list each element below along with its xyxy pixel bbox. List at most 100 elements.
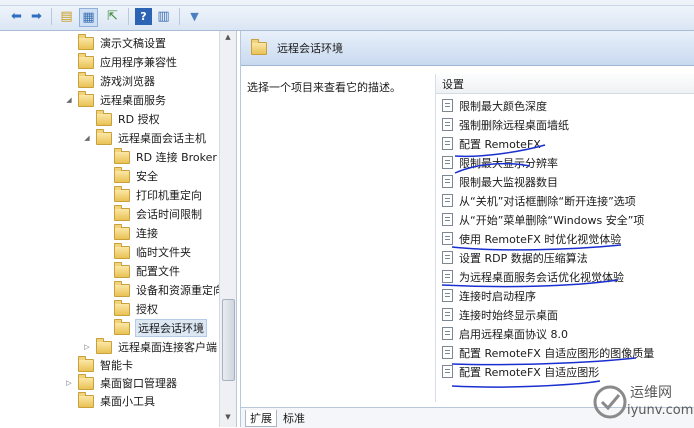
expander[interactable] xyxy=(100,167,110,185)
expander[interactable] xyxy=(100,224,110,242)
export-list-icon[interactable]: ⇱ xyxy=(104,8,121,25)
expander[interactable] xyxy=(100,262,110,280)
setting-item[interactable]: 从“关机”对话框删除“断开连接”选项 xyxy=(442,191,636,210)
tree-item-smart-card[interactable]: 智能卡 xyxy=(64,355,133,374)
expander[interactable] xyxy=(100,186,110,204)
tab-extended[interactable]: 扩展 xyxy=(245,410,277,427)
scroll-thumb[interactable] xyxy=(222,299,235,381)
policy-setting-icon xyxy=(442,194,453,207)
properties-icon[interactable]: ▥ xyxy=(155,8,172,25)
expander[interactable]: ▷ xyxy=(82,338,92,356)
setting-item[interactable]: 连接时始终显示桌面 xyxy=(442,305,558,324)
back-arrow-icon[interactable]: ⬅ xyxy=(8,8,25,25)
settings-column-header[interactable]: 设置 xyxy=(436,74,694,94)
expander[interactable] xyxy=(64,356,74,374)
setting-label: 设置 RDP 数据的压缩算法 xyxy=(459,251,588,265)
tree-item-remote-session-environment[interactable]: 远程会话环境 xyxy=(100,318,207,337)
expander[interactable] xyxy=(64,34,74,52)
expander[interactable] xyxy=(100,300,110,318)
setting-item[interactable]: 配置 RemoteFX 自适应图形 xyxy=(442,362,599,381)
setting-item[interactable]: 配置 RemoteFX xyxy=(442,134,541,153)
folder-icon xyxy=(114,166,130,183)
tree-item-device-redirection[interactable]: 设备和资源重定向 xyxy=(100,280,224,299)
watermark-logo-icon xyxy=(593,385,627,419)
tree-item-session-time-limits[interactable]: 会话时间限制 xyxy=(100,204,202,223)
tree-item-printer-redirection[interactable]: 打印机重定向 xyxy=(100,185,202,204)
tree-item-rd-session-host[interactable]: ◢ 远程桌面会话主机 xyxy=(82,128,206,147)
tree-item-label: 桌面窗口管理器 xyxy=(100,377,177,390)
tree-item-remote-desktop-services[interactable]: ◢ 远程桌面服务 xyxy=(64,90,166,109)
tree-item-label: 远程桌面连接客户端 xyxy=(118,341,217,354)
tree-item-desktop-gadgets[interactable]: 桌面小工具 xyxy=(64,391,155,410)
tree-item-label: 设备和资源重定向 xyxy=(136,284,224,297)
setting-label: 配置 RemoteFX 自适应图形 xyxy=(459,365,600,379)
setting-item[interactable]: 为远程桌面服务会话优化视觉体验 xyxy=(442,267,624,286)
tab-label: 标准 xyxy=(283,412,305,425)
expander[interactable]: ◢ xyxy=(82,129,92,147)
tree-item-label: 远程会话环境 xyxy=(135,319,207,337)
toolbar-separator xyxy=(51,8,52,25)
show-hide-tree-icon[interactable]: ▦ xyxy=(79,8,98,27)
tree-item-label: 远程桌面会话主机 xyxy=(118,132,206,145)
setting-label: 连接时始终显示桌面 xyxy=(459,308,558,322)
tab-label: 扩展 xyxy=(250,412,272,425)
tree-item-label: 会话时间限制 xyxy=(136,208,202,221)
expander[interactable] xyxy=(100,319,110,337)
policy-setting-icon xyxy=(442,308,453,321)
tree-item-rd-connection-broker[interactable]: RD 连接 Broker xyxy=(100,147,217,166)
setting-item[interactable]: 从“开始”菜单删除“Windows 安全”项 xyxy=(442,210,644,229)
tree-item-label: 应用程序兼容性 xyxy=(100,56,177,69)
details-pane: 远程会话环境 选择一个项目来查看它的描述。 设置 限制最大颜色深度 强制删除远程… xyxy=(240,31,694,428)
setting-item[interactable]: 限制最大颜色深度 xyxy=(442,96,547,115)
scroll-up-icon[interactable]: ▲ xyxy=(223,33,233,43)
folder-icon xyxy=(251,38,267,55)
tab-standard[interactable]: 标准 xyxy=(279,410,309,426)
expander[interactable] xyxy=(100,243,110,261)
folder-icon xyxy=(114,299,130,316)
tree-item-presentation-settings[interactable]: 演示文稿设置 xyxy=(64,33,166,52)
scroll-down-icon[interactable]: ▼ xyxy=(223,413,233,423)
tree-item-game-explorer[interactable]: 游戏浏览器 xyxy=(64,71,155,90)
policy-setting-icon xyxy=(442,156,453,169)
expander[interactable] xyxy=(64,392,74,410)
tree-item-profiles[interactable]: 配置文件 xyxy=(100,261,180,280)
help-icon[interactable]: ? xyxy=(135,8,152,25)
setting-item[interactable]: 限制最大监视器数目 xyxy=(442,172,558,191)
tree-item-app-compatibility[interactable]: 应用程序兼容性 xyxy=(64,52,177,71)
setting-item[interactable]: 启用远程桌面协议 8.0 xyxy=(442,324,568,343)
expander[interactable] xyxy=(64,72,74,90)
tree-item-security[interactable]: 安全 xyxy=(100,166,158,185)
expander[interactable] xyxy=(82,110,92,128)
folder-icon xyxy=(114,223,130,240)
expander[interactable] xyxy=(100,148,110,166)
watermark-line-2: iyunv.com xyxy=(627,403,694,418)
setting-item[interactable]: 连接时启动程序 xyxy=(442,286,536,305)
setting-item[interactable]: 限制最大显示分辨率 xyxy=(442,153,558,172)
expander[interactable] xyxy=(64,53,74,71)
tree-item-licensing[interactable]: 授权 xyxy=(100,299,158,318)
expander[interactable] xyxy=(100,205,110,223)
expander[interactable] xyxy=(100,281,110,299)
up-folder-icon[interactable]: ▤ xyxy=(58,8,75,25)
tree-item-rd-licensing[interactable]: RD 授权 xyxy=(82,109,160,128)
setting-item[interactable]: 配置 RemoteFX 自适应图形的图像质量 xyxy=(442,343,654,362)
tree-item-temp-folders[interactable]: 临时文件夹 xyxy=(100,242,191,261)
forward-arrow-icon[interactable]: ➡ xyxy=(28,8,45,25)
setting-item[interactable]: 强制删除远程桌面墙纸 xyxy=(442,115,569,134)
folder-icon xyxy=(78,373,94,390)
tree-item-desktop-window-manager[interactable]: ▷ 桌面窗口管理器 xyxy=(64,373,177,392)
folder-icon xyxy=(114,185,130,202)
watermark-line-1: 运维网 xyxy=(630,385,672,401)
setting-label: 使用 RemoteFX 时优化视觉体验 xyxy=(459,232,622,246)
expander[interactable]: ◢ xyxy=(64,91,74,109)
tree-scrollbar[interactable]: ▲ ▼ xyxy=(219,31,236,427)
tree-item-connections[interactable]: 连接 xyxy=(100,223,158,242)
expander[interactable]: ▷ xyxy=(64,374,74,392)
folder-icon xyxy=(114,204,130,221)
setting-label: 强制删除远程桌面墙纸 xyxy=(459,118,569,132)
policy-setting-icon xyxy=(442,118,453,131)
setting-item[interactable]: 设置 RDP 数据的压缩算法 xyxy=(442,248,588,267)
setting-item[interactable]: 使用 RemoteFX 时优化视觉体验 xyxy=(442,229,621,248)
filter-icon[interactable]: ▼ xyxy=(186,8,203,25)
tree-item-rd-connection-client[interactable]: ▷ 远程桌面连接客户端 xyxy=(82,337,217,356)
